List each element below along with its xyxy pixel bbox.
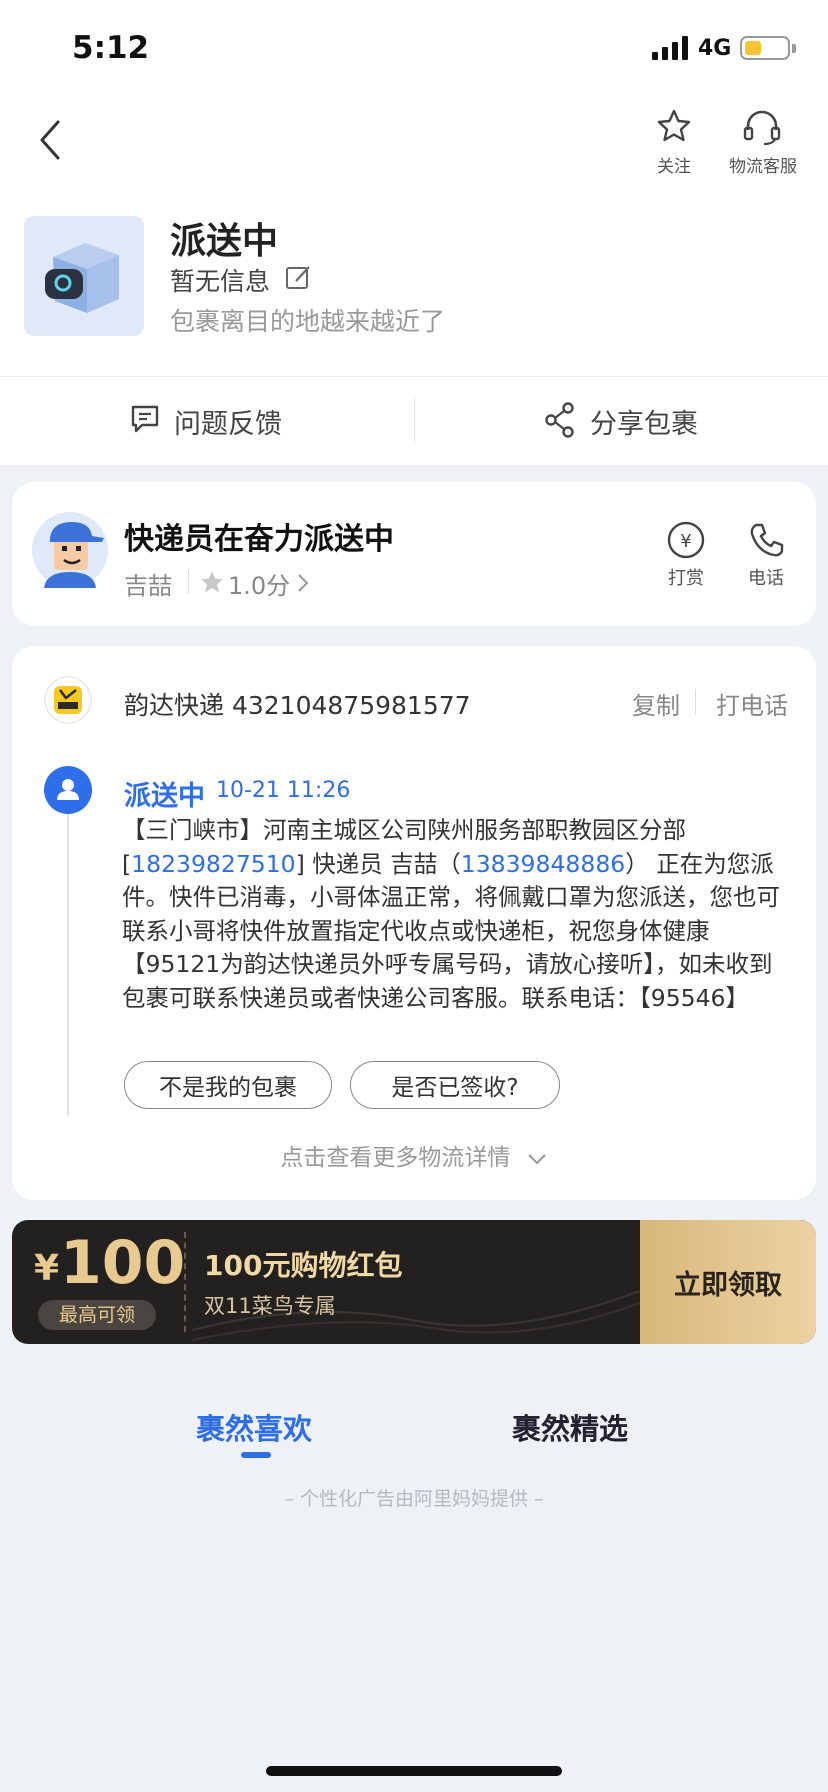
signed-button[interactable]: 是否已签收? — [350, 1061, 560, 1109]
courier-name: 吉喆 — [124, 572, 172, 600]
courier-rating[interactable]: 1.0分 — [228, 566, 290, 601]
ad-note: – 个性化广告由阿里妈妈提供 – — [284, 1488, 544, 1510]
follow-label[interactable]: 关注 — [644, 152, 704, 177]
tab-active-indicator — [241, 1452, 271, 1458]
divider — [0, 376, 828, 377]
promo-yen: ¥ — [34, 1248, 60, 1289]
timeline-line — [67, 790, 69, 1116]
promo-amount: 100 — [60, 1228, 186, 1298]
feedback-button[interactable]: 问题反馈 — [174, 402, 282, 441]
share-icon[interactable] — [544, 402, 576, 438]
event-detail: 【三门峡市】河南主城区公司陕州服务部职教园区分部 [18239827510] 快递… — [122, 816, 780, 1012]
courier-phone-link[interactable]: 13839848886 — [461, 850, 625, 878]
package-status: 派送中 — [170, 221, 279, 262]
tracking-number: 432104875981577 — [231, 691, 471, 720]
chevron-right-icon[interactable] — [296, 572, 310, 594]
tab-guoran-select[interactable]: 裹然精选 — [512, 1406, 628, 1448]
chevron-down-icon — [527, 1153, 546, 1164]
courier-avatar[interactable] — [32, 512, 108, 588]
courier-title: 快递员在奋力派送中 — [124, 522, 394, 557]
user-icon — [57, 779, 79, 800]
station-phone-link[interactable]: 18239827510 — [131, 850, 295, 878]
back-icon[interactable] — [36, 118, 64, 162]
package-subtitle: 包裹离目的地越来越近了 — [170, 307, 446, 336]
more-details-link[interactable]: 点击查看更多物流详情 — [0, 1138, 828, 1172]
chat-icon[interactable] — [128, 402, 162, 436]
event-time: 10-21 11:26 — [216, 778, 351, 803]
box-icon — [45, 243, 119, 313]
battery-tip — [792, 44, 796, 53]
headset-icon[interactable] — [742, 108, 782, 146]
package-image — [24, 216, 144, 336]
tracking-company: 韵达快递 432104875981577 — [124, 691, 471, 720]
promo-title: 100元购物红包 — [204, 1249, 403, 1282]
yen-icon[interactable]: ¥ — [666, 520, 706, 560]
star-icon[interactable] — [656, 108, 692, 144]
tip-label[interactable]: 打赏 — [666, 564, 706, 590]
status-time: 5:12 — [72, 30, 150, 66]
home-indicator[interactable] — [266, 1766, 562, 1776]
not-mine-button[interactable]: 不是我的包裹 — [124, 1061, 332, 1109]
yunda-logo — [44, 676, 92, 724]
claim-button[interactable]: 立即领取 — [640, 1220, 816, 1344]
timeline-dot — [44, 766, 92, 814]
copy-button[interactable]: 复制 — [632, 686, 680, 721]
phone-label[interactable]: 电话 — [746, 564, 786, 590]
copy-separator — [695, 689, 696, 715]
action-divider — [414, 398, 415, 442]
service-label[interactable]: 物流客服 — [718, 152, 808, 177]
phone-icon[interactable] — [746, 520, 786, 560]
name-separator — [188, 570, 189, 594]
promo-badge: 最高可领 — [38, 1300, 156, 1330]
svg-text:¥: ¥ — [680, 531, 691, 552]
edit-icon[interactable] — [284, 264, 312, 292]
rating-star-icon — [201, 571, 223, 593]
battery-icon — [740, 36, 790, 60]
tab-guoran-like[interactable]: 裹然喜欢 — [196, 1406, 312, 1448]
call-button[interactable]: 打电话 — [716, 686, 788, 721]
promo-subtitle: 双11菜鸟专属 — [204, 1294, 336, 1318]
share-button[interactable]: 分享包裹 — [590, 402, 698, 441]
signal-icon — [652, 36, 688, 60]
package-info[interactable]: 暂无信息 — [170, 262, 270, 298]
promo-divider — [184, 1232, 186, 1332]
network-type: 4G — [698, 36, 732, 61]
event-status: 派送中 — [124, 781, 205, 812]
promo-banner[interactable]: ¥ 100 最高可领 100元购物红包 双11菜鸟专属 立即领取 — [12, 1220, 816, 1344]
